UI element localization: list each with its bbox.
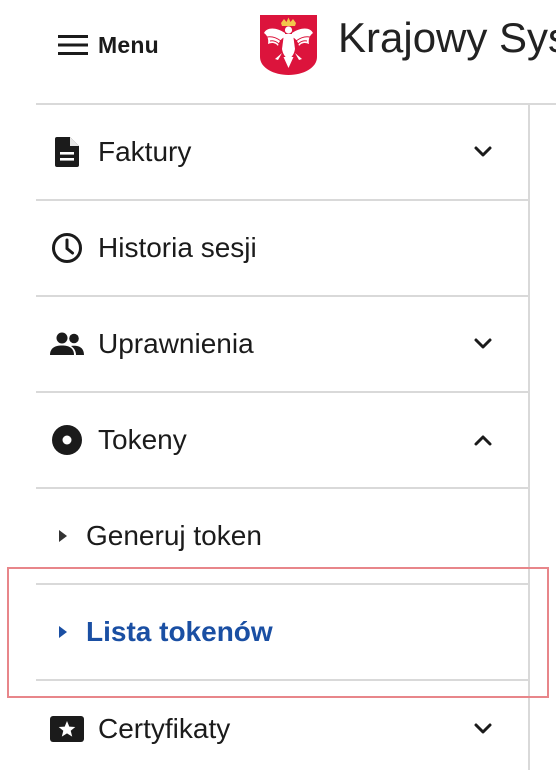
sidebar-item-label: Tokeny	[98, 424, 187, 455]
certificate-icon	[50, 712, 84, 746]
chevron-up-icon	[474, 435, 492, 446]
people-icon	[50, 327, 84, 361]
sidebar-subitem-generuj-token[interactable]: Generuj token	[36, 489, 528, 585]
sidebar-subitem-label: Generuj token	[86, 520, 262, 551]
sidebar-border	[528, 105, 530, 770]
sidebar-subitem-lista-tokenow[interactable]: Lista tokenów	[36, 585, 528, 681]
sidebar-item-label: Historia sesji	[98, 232, 257, 263]
triangle-bullet-icon	[59, 530, 67, 542]
sidebar-item-label: Certyfikaty	[98, 713, 231, 744]
disc-icon	[50, 423, 84, 457]
polish-eagle-emblem-icon[interactable]	[258, 13, 319, 77]
sidebar-nav: Faktury Historia sesji Uprawnienia Token…	[36, 105, 528, 777]
chevron-down-icon	[474, 146, 492, 157]
top-bar: Menu Krajowy Sys	[0, 0, 556, 96]
triangle-bullet-icon	[59, 626, 67, 638]
chevron-down-icon	[474, 338, 492, 349]
sidebar-item-label: Faktury	[98, 136, 192, 167]
sidebar-item-uprawnienia[interactable]: Uprawnienia	[36, 297, 528, 393]
chevron-down-icon	[474, 723, 492, 734]
hamburger-icon	[58, 35, 88, 55]
clock-icon	[50, 231, 84, 265]
system-title: Krajowy Sys	[338, 14, 556, 61]
sidebar-item-historia-sesji[interactable]: Historia sesji	[36, 201, 528, 297]
sidebar-item-faktury[interactable]: Faktury	[36, 105, 528, 201]
document-icon	[50, 135, 84, 169]
menu-label: Menu	[98, 31, 159, 58]
sidebar-item-label: Uprawnienia	[98, 328, 254, 359]
menu-button[interactable]: Menu	[58, 28, 159, 62]
sidebar-item-certyfikaty[interactable]: Certyfikaty	[36, 681, 528, 777]
sidebar-item-tokeny[interactable]: Tokeny	[36, 393, 528, 489]
sidebar-subitem-label: Lista tokenów	[86, 616, 273, 647]
